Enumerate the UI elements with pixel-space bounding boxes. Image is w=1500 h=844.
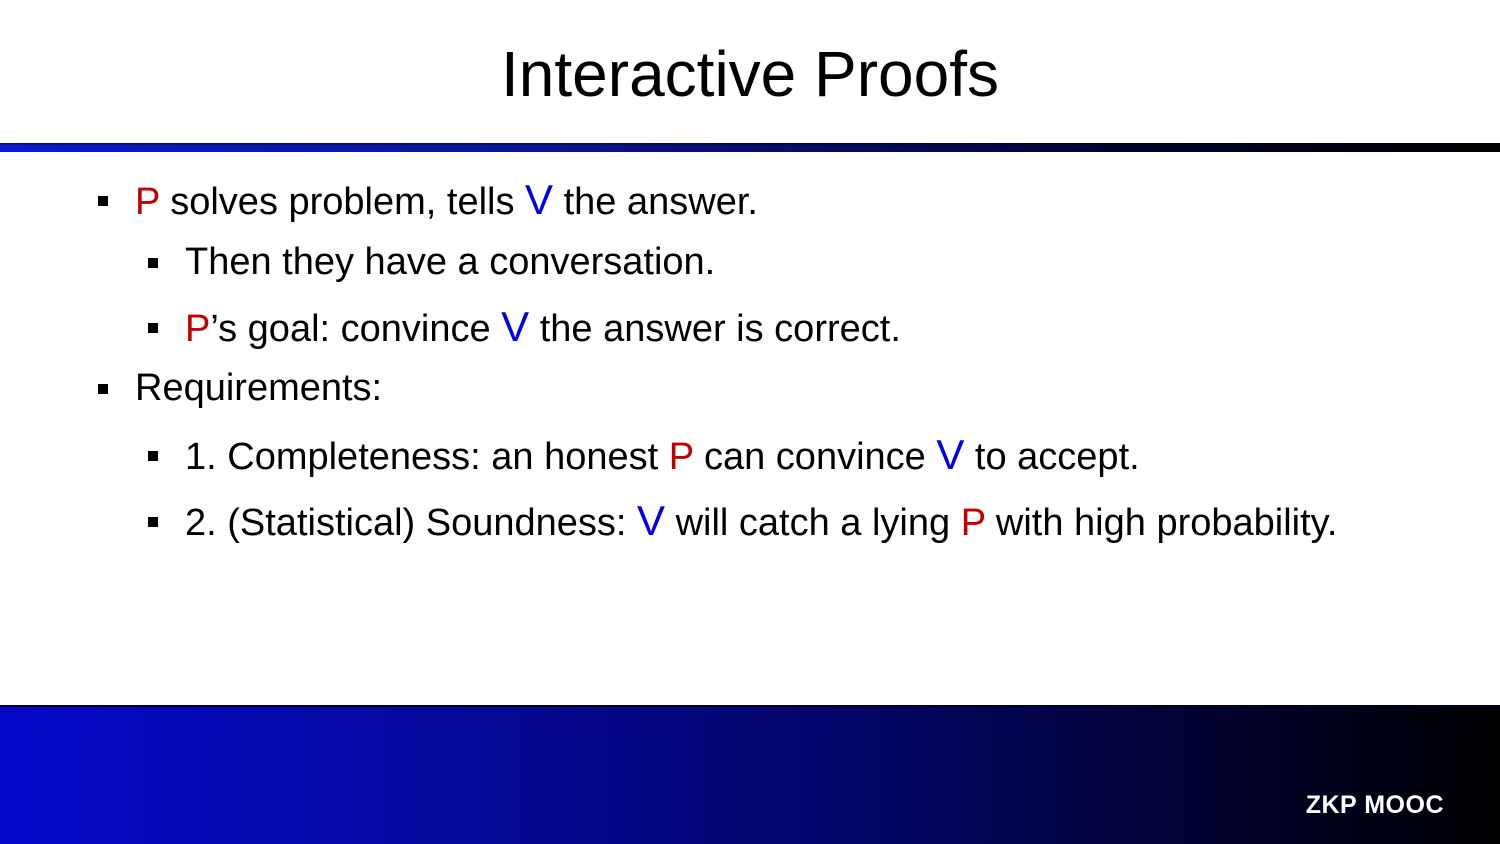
footer-bar: ZKP MOOC: [0, 705, 1500, 844]
title-divider: [0, 143, 1500, 152]
verifier-symbol: V: [936, 431, 965, 478]
bullet-item-completeness: 1. Completeness: an honest P can convinc…: [148, 431, 1140, 479]
bullet-square-icon: [148, 323, 158, 333]
bullet-square-icon: [148, 451, 158, 461]
prover-symbol: P: [668, 436, 694, 478]
bullet-text: 1. Completeness: an honest: [185, 436, 669, 478]
bullet-item-conversation: Then they have a conversation.: [148, 240, 716, 284]
bullet-square-icon: [98, 384, 108, 394]
prover-symbol: P: [960, 502, 986, 544]
prover-symbol: P: [185, 308, 211, 350]
bullet-item-requirements: Requirements:: [98, 366, 383, 410]
verifier-symbol: V: [525, 176, 554, 223]
bullet-text: solves problem, tells: [159, 181, 526, 223]
bullet-item-prover-goal: P’s goal: convince V the answer is corre…: [148, 303, 901, 351]
bullet-text: can convince: [693, 436, 937, 478]
bullet-text: to accept.: [964, 436, 1140, 478]
slide-title: Interactive Proofs: [501, 38, 999, 110]
bullet-text: will catch a lying: [665, 502, 961, 544]
verifier-symbol: V: [637, 497, 666, 544]
bullet-text: the answer is correct.: [529, 308, 901, 350]
slide: Interactive Proofs P solves problem, tel…: [0, 0, 1500, 844]
prover-symbol: P: [135, 181, 160, 223]
bullet-text: the answer.: [553, 181, 758, 223]
course-label: ZKP MOOC: [1305, 791, 1444, 819]
bullet-text: Then they have a conversation.: [185, 241, 716, 283]
bullet-text: with high probability.: [985, 502, 1338, 544]
bullet-square-icon: [98, 196, 108, 206]
bullet-item-prover-solves: P solves problem, tells V the answer.: [98, 176, 758, 224]
bullet-text: ’s goal: convince: [210, 308, 502, 350]
bullet-square-icon: [148, 517, 158, 527]
bullet-text: Requirements:: [135, 367, 383, 409]
bullet-item-soundness: 2. (Statistical) Soundness: V will catch…: [148, 497, 1338, 545]
verifier-symbol: V: [501, 303, 530, 350]
bullet-square-icon: [148, 258, 158, 268]
bullet-text: 2. (Statistical) Soundness:: [185, 502, 637, 544]
